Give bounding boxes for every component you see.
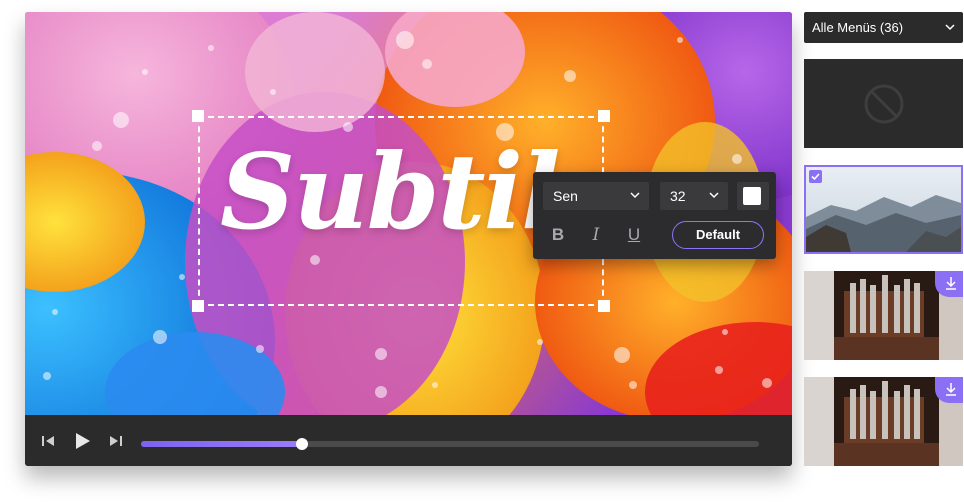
resize-handle-top-right[interactable] [598,110,610,122]
menu-thumbnail-none[interactable] [804,59,963,148]
progress-fill [141,441,302,447]
skip-forward-icon[interactable] [106,432,124,450]
selected-check [809,170,822,183]
menu-filter-select[interactable]: Alle Menüs (36) [804,12,963,43]
default-style-button[interactable]: Default [672,221,764,249]
chevron-down-icon [709,192,719,199]
download-icon [946,277,956,290]
download-badge[interactable] [935,271,963,297]
font-family-select[interactable]: Sen [543,182,649,210]
bold-button[interactable]: B [547,224,569,246]
text-format-panel: Sen 32 B I U Default [533,172,776,259]
chevron-down-icon [945,24,955,31]
text-color-swatch [743,187,761,205]
chevron-down-icon [630,192,640,199]
font-family-value: Sen [553,188,578,204]
resize-handle-top-left[interactable] [192,110,204,122]
menu-thumbnail-organ-2[interactable] [804,377,963,466]
download-icon [946,383,956,396]
progress-bar[interactable] [141,438,759,450]
play-icon[interactable] [72,431,92,451]
text-color-button[interactable] [737,182,769,210]
resize-handle-bottom-right[interactable] [598,300,610,312]
menu-thumbnail-organ-1[interactable] [804,271,963,360]
mountain-thumbnail-image [806,167,961,252]
skip-back-icon[interactable] [40,432,58,450]
underline-button[interactable]: U [623,224,645,246]
download-badge[interactable] [935,377,963,403]
no-menu-icon [864,84,904,124]
video-player: Subtile Sen 32 B I U Default [25,12,792,466]
playback-controls [25,415,792,466]
progress-handle[interactable] [295,438,308,450]
italic-button[interactable]: I [585,224,607,246]
menu-filter-value: Alle Menüs (36) [812,20,904,35]
font-size-select[interactable]: 32 [660,182,728,210]
menu-thumbnail-mountain[interactable] [804,165,963,254]
video-preview[interactable]: Subtile Sen 32 B I U Default [25,12,792,415]
font-size-value: 32 [670,188,686,204]
resize-handle-bottom-left[interactable] [192,300,204,312]
check-icon [811,173,820,181]
